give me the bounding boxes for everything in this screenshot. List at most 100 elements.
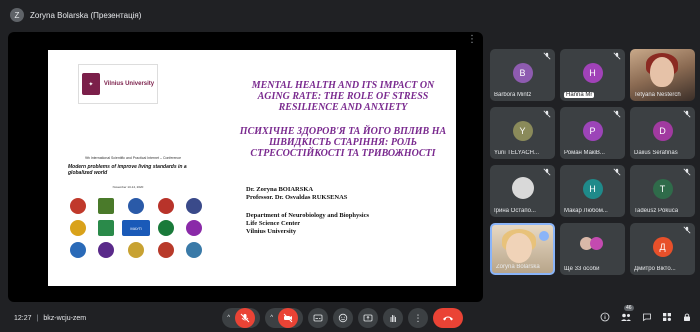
slide-affiliation: Department of Neurobiology and Biophysic… xyxy=(246,212,446,236)
conference-line: 9th International Scientific and Practic… xyxy=(84,156,182,160)
divider: | xyxy=(36,314,39,322)
chevron-up-icon[interactable]: ^ xyxy=(227,315,230,321)
participant-tile[interactable]: D Daiius Serafinas xyxy=(630,107,695,159)
participant-avatar-image xyxy=(511,177,534,199)
presentation-stage[interactable]: ⋮ ✦ Vilnius University 9th International… xyxy=(8,32,483,302)
author-1: Dr. Zoryna BOIARSKA xyxy=(246,186,314,193)
participant-name: Ірина Остапо... xyxy=(494,208,536,214)
partner-logo-maup: МАУП xyxy=(122,220,150,236)
participant-avatar: H xyxy=(582,179,603,199)
bottom-bar: 12:27 | bkz-wcju-zem ^ ^ ⋮ 46 xyxy=(0,304,700,332)
partner-logo xyxy=(186,220,202,236)
meeting-code[interactable]: bkz-wcju-zem xyxy=(43,315,86,322)
meet-window: Z Zoryna Bolarska (Презентація) ⋮ ✦ Viln… xyxy=(0,0,700,332)
participant-name: Daiius Serafinas xyxy=(634,150,678,156)
partner-logo xyxy=(70,242,86,258)
participant-tile[interactable]: Р Роман МакіВ... xyxy=(560,107,625,159)
others-tile[interactable]: Ще 33 особи xyxy=(560,223,625,275)
author-2: Professor. Dr. Osvaldas RUKSENAS xyxy=(246,194,348,201)
participant-tile[interactable]: Ірина Остапо... xyxy=(490,165,555,217)
crest-icon: ✦ xyxy=(81,73,100,95)
participant-tile[interactable]: H Макар Любом... xyxy=(560,165,625,217)
partner-logo xyxy=(186,242,202,258)
camera-toggle-button[interactable] xyxy=(277,308,298,328)
lock-icon[interactable] xyxy=(682,312,692,322)
captions-icon xyxy=(313,314,323,322)
call-controls: ^ ^ ⋮ xyxy=(222,308,463,328)
more-vert-icon: ⋮ xyxy=(413,312,423,323)
conference-date: November 13-14, 2020 xyxy=(112,185,144,189)
participant-tile[interactable]: H Hanna Mr xyxy=(560,49,625,101)
partner-logo xyxy=(158,242,174,258)
emoji-button[interactable] xyxy=(333,308,353,328)
mic-off-icon xyxy=(543,168,551,176)
people-button[interactable]: 46 xyxy=(620,305,634,322)
participant-avatar: T xyxy=(652,179,673,199)
participant-avatar: Р xyxy=(582,121,603,141)
clock: 12:27 xyxy=(14,314,32,322)
raise-hand-button[interactable] xyxy=(383,308,403,328)
self-video-face xyxy=(506,233,532,263)
participant-name: Hanna Mr xyxy=(564,92,595,98)
chevron-up-icon[interactable]: ^ xyxy=(270,315,273,321)
partner-logo xyxy=(98,220,114,236)
mic-control[interactable]: ^ xyxy=(222,308,260,328)
participant-name: Tetyana Nesterch xyxy=(634,92,681,98)
self-tile[interactable]: Zoryna Bolarska xyxy=(490,223,555,275)
presenting-label: Zoryna Bolarska (Презентація) xyxy=(30,10,142,20)
mic-off-icon xyxy=(240,313,250,323)
participant-name: Tadeusz Pokuca xyxy=(634,208,679,214)
participant-tile[interactable]: Д Дмитро Вікто... xyxy=(630,223,695,275)
participant-name: Yurii TELYACH... xyxy=(494,150,540,156)
participant-name: Роман МакіВ... xyxy=(564,150,605,156)
participant-name: Макар Любом... xyxy=(564,208,608,214)
top-bar: Z Zoryna Bolarska (Презентація) xyxy=(0,0,700,30)
partner-logo xyxy=(98,242,114,258)
hand-icon xyxy=(390,315,396,322)
info-icon[interactable] xyxy=(600,312,610,322)
mic-toggle-button[interactable] xyxy=(234,308,255,328)
mic-off-icon xyxy=(613,52,621,60)
affiliation-3: Vilnius University xyxy=(246,228,297,235)
presenter-avatar: Z xyxy=(10,8,24,22)
mic-off-icon xyxy=(543,52,551,60)
present-button[interactable] xyxy=(358,308,378,328)
participant-name: Barbora Mintz xyxy=(494,92,532,98)
present-screen-icon xyxy=(363,314,373,322)
partner-logo xyxy=(128,242,144,258)
activities-icon[interactable] xyxy=(662,312,672,322)
slide-title-ukrainian: ПСИХІЧНЕ ЗДОРОВ'Я ТА ЙОГО ВПЛИВ НА ШВИДК… xyxy=(239,126,447,159)
more-options-button[interactable]: ⋮ xyxy=(408,308,428,328)
partner-logo-label: МАУП xyxy=(130,225,142,231)
participant-avatar: Y xyxy=(512,121,533,141)
more-options-icon[interactable]: ⋮ xyxy=(467,34,477,45)
partner-logos: МАУП xyxy=(66,198,206,258)
partner-logo xyxy=(98,198,114,214)
partner-logo xyxy=(70,198,86,214)
mic-off-icon xyxy=(613,168,621,176)
people-count-badge: 46 xyxy=(624,305,634,311)
participant-tile[interactable]: B Barbora Mintz xyxy=(490,49,555,101)
participant-avatar: B xyxy=(512,63,533,83)
university-logo-text: Vilnius University xyxy=(103,80,155,87)
people-icon xyxy=(621,313,631,321)
mic-off-icon xyxy=(613,110,621,118)
hang-up-icon xyxy=(443,316,453,321)
captions-button[interactable] xyxy=(308,308,328,328)
presentation-slide: ✦ Vilnius University 9th International S… xyxy=(48,50,456,286)
partner-logo xyxy=(158,220,174,236)
others-avatar xyxy=(589,237,603,250)
participant-tile[interactable]: Tetyana Nesterch xyxy=(630,49,695,101)
leave-call-button[interactable] xyxy=(433,308,463,328)
participant-tile[interactable]: T Tadeusz Pokuca xyxy=(630,165,695,217)
participant-avatar: D xyxy=(652,121,673,141)
camera-control[interactable]: ^ xyxy=(265,308,303,328)
emoji-icon xyxy=(338,313,348,323)
participant-avatar: Д xyxy=(652,237,673,257)
participants-grid: B Barbora Mintz H Hanna Mr Tetyana Neste… xyxy=(490,49,700,275)
conference-title: Modern problems of improve living standa… xyxy=(68,164,187,176)
university-logo: ✦ Vilnius University xyxy=(78,64,158,104)
chat-icon[interactable] xyxy=(642,312,652,322)
participant-tile[interactable]: Y Yurii TELYACH... xyxy=(490,107,555,159)
slide-authors: Dr. Zoryna BOIARSKA Professor. Dr. Osval… xyxy=(246,186,446,202)
